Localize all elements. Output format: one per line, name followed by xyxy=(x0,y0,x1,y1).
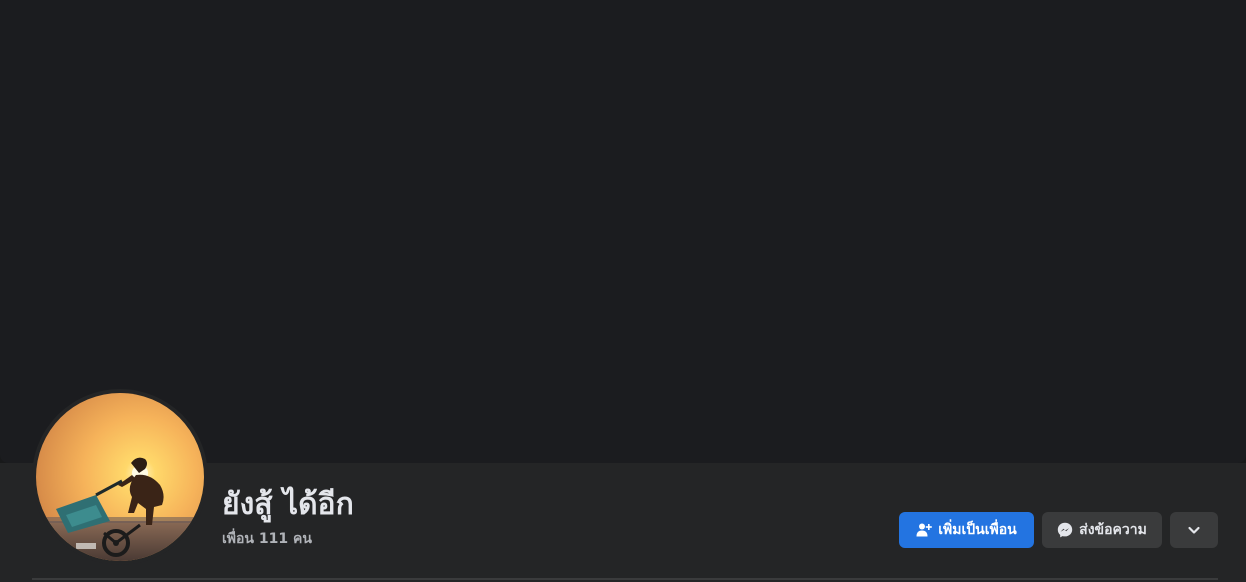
more-options-button[interactable] xyxy=(1170,512,1218,548)
messenger-icon xyxy=(1057,522,1073,538)
add-friend-label: เพิ่มเป็นเพื่อน xyxy=(938,522,1017,538)
chevron-down-icon xyxy=(1186,522,1202,538)
friend-count[interactable]: เพื่อน 111 คน xyxy=(222,529,312,549)
profile-name: ยังสู้ ได้อีก xyxy=(222,487,354,522)
add-friend-icon xyxy=(916,522,933,538)
cover-photo[interactable] xyxy=(0,0,1246,463)
header-divider xyxy=(32,578,1218,580)
profile-page: ยังสู้ ได้อีก เพื่อน 111 คน เพิ่มเป็นเพื… xyxy=(0,0,1246,582)
avatar xyxy=(36,393,204,561)
send-message-label: ส่งข้อความ xyxy=(1079,522,1147,538)
profile-picture[interactable] xyxy=(32,389,208,565)
send-message-button[interactable]: ส่งข้อความ xyxy=(1042,512,1162,548)
add-friend-button[interactable]: เพิ่มเป็นเพื่อน xyxy=(899,512,1034,548)
